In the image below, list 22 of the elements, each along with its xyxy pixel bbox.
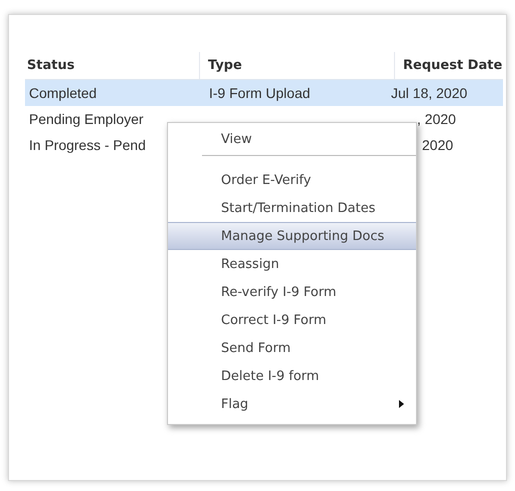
table-cell: I-9 Form Upload <box>209 85 310 101</box>
menu-item[interactable]: Order E-Verify <box>168 166 416 194</box>
column-header[interactable]: Type <box>200 52 395 79</box>
menu-item[interactable]: View <box>168 125 416 153</box>
menu-item[interactable]: Reassign <box>168 250 416 278</box>
menu-item[interactable]: Correct I-9 Form <box>168 306 416 334</box>
table-row[interactable]: Completed I-9 Form Upload Jul 18, 2020 <box>25 80 503 106</box>
table-cell: Completed <box>29 85 97 101</box>
table-cell: Pending Employer <box>29 111 144 127</box>
table-cell: , 2020 <box>417 111 456 127</box>
menu-item[interactable]: Start/Termination Dates <box>168 194 416 222</box>
menu-item[interactable]: Flag <box>168 390 416 418</box>
table-cell: Jul 18, 2020 <box>391 85 468 101</box>
menu-item[interactable]: Manage Supporting Docs <box>168 222 416 250</box>
column-header[interactable]: Request Date <box>395 52 503 79</box>
menu-item[interactable]: Send Form <box>168 334 416 362</box>
column-header[interactable]: Status <box>25 52 200 79</box>
menu-item[interactable]: Re-verify I-9 Form <box>168 278 416 306</box>
menu-item[interactable]: Delete I-9 form <box>168 362 416 390</box>
table-cell: 2020 <box>422 137 454 153</box>
table-cell: In Progress - Pend <box>29 137 146 153</box>
submenu-arrow-icon <box>399 400 404 408</box>
